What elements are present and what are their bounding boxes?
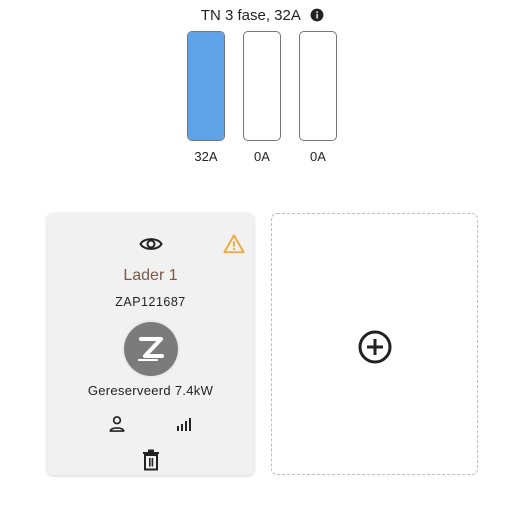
phase-bar-fill: [188, 32, 224, 140]
phase-label-3: 0A: [310, 149, 326, 164]
phase-title-text: TN 3 fase, 32A: [200, 7, 301, 24]
add-charger-card[interactable]: [271, 213, 478, 475]
signal-icon[interactable]: [175, 415, 193, 433]
trash-icon[interactable]: [141, 449, 161, 471]
charger-status: Gereserveerd 7.4kW: [87, 383, 214, 398]
person-icon[interactable]: [107, 414, 127, 434]
zaptec-logo: [122, 320, 180, 378]
add-circle-icon[interactable]: [358, 330, 392, 364]
phase-bar-1: [187, 31, 225, 141]
charger-name: Lader 1: [123, 267, 178, 284]
charger-card[interactable]: Lader 1 ZAP121687 Gereserveerd 7.4kW: [47, 213, 254, 475]
phase-bar-2: [243, 31, 281, 141]
phase-bar-3: [299, 31, 337, 141]
eye-icon[interactable]: [139, 235, 163, 253]
warning-icon[interactable]: [223, 233, 245, 255]
phase-label-2: 0A: [254, 149, 270, 164]
phase-title: TN 3 fase, 32A: [0, 7, 505, 24]
phase-label-1: 32A: [194, 149, 218, 164]
charger-serial: ZAP121687: [115, 295, 186, 309]
info-icon[interactable]: [310, 8, 324, 22]
